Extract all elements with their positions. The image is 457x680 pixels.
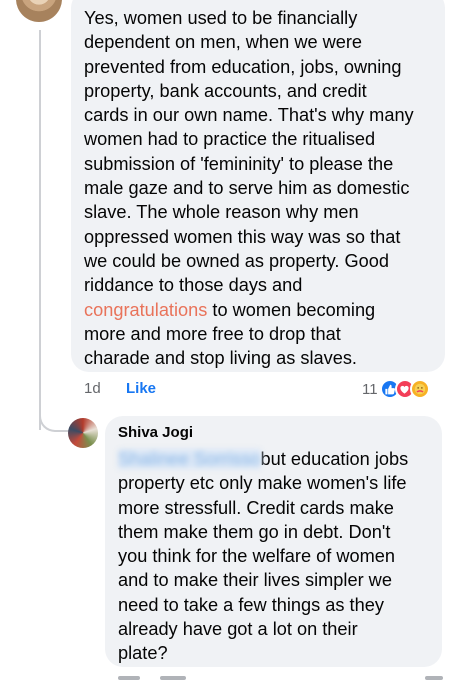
next-meta-stub [118, 676, 140, 680]
comment-line: submission of 'femininity' to please the [84, 153, 394, 174]
comment-line: we could be owned as property. Good [84, 250, 389, 271]
thread-line [39, 30, 41, 430]
next-meta-stub [425, 676, 443, 680]
care-icon [409, 379, 430, 399]
comment-fragment: to women becoming [207, 299, 376, 320]
reply-line: more stressfull. Credit cards make [118, 497, 394, 518]
reply-line: property etc only make women's life [118, 473, 407, 494]
comment-line: riddance to those days and [84, 275, 303, 296]
mention-tag[interactable]: Shalinee Sorrisso [118, 449, 261, 469]
comment-line: more and more free to drop that [84, 323, 341, 344]
reply-line: and to make their lives simpler we [118, 570, 392, 591]
comment-line: slave. The whole reason why men [84, 202, 359, 223]
reply-line: you think for the welfare of women [118, 546, 395, 567]
next-meta-stub [160, 676, 186, 680]
comment-line: Yes, women used to be financially [84, 8, 358, 28]
hashtag-link[interactable]: congratulations [84, 300, 207, 320]
comment-text: Yes, women used to be financially depend… [84, 6, 434, 370]
thread-connector [39, 398, 69, 432]
reply-line: already have got a lot on their [118, 619, 358, 640]
reply-avatar[interactable] [68, 418, 98, 448]
comment-line: property, bank accounts, and credit [84, 80, 367, 101]
reply-fragment: but education jobs [260, 449, 409, 469]
avatar[interactable] [16, 0, 62, 22]
comment-line: oppressed women this way was so that [84, 226, 401, 247]
reply-line: them make them go in debt. Don't [118, 521, 391, 542]
reactions-summary[interactable]: 11 [362, 376, 430, 402]
comment-timestamp[interactable]: 1d [84, 380, 101, 397]
reply-line: plate? [118, 643, 168, 664]
comment-line: charade and stop living as slaves. [84, 348, 357, 369]
reaction-count: 11 [362, 380, 378, 398]
comment-line: dependent on men, when we were [84, 32, 363, 53]
comment-line: congratulations to women becoming [84, 298, 434, 322]
reply-line: need to take a few things as they [118, 594, 384, 615]
reply-author-name[interactable]: Shiva Jogi [118, 424, 193, 441]
comment-line: cards in our own name. That's why many [84, 105, 414, 126]
comment-line: women had to practice the ritualised [84, 129, 376, 150]
comment-line: prevented from education, jobs, owning [84, 56, 402, 77]
reply-text: Shalinee Sorrissobut education jobs prop… [118, 447, 438, 666]
like-button[interactable]: Like [126, 380, 156, 397]
comment-line: male gaze and to serve him as domestic [84, 178, 410, 199]
reply-line: Shalinee Sorrissobut education jobs [118, 447, 438, 471]
